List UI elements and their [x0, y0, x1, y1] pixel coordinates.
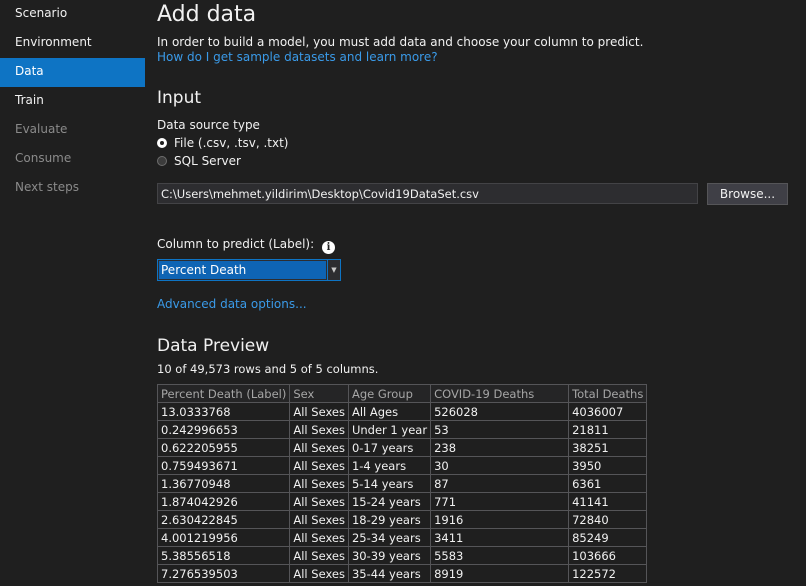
data-preview-table: Percent Death (Label) Sex Age Group COVI…	[156, 384, 648, 583]
sidebar-item-train[interactable]: Train	[0, 87, 145, 116]
input-section-title: Input	[157, 88, 202, 108]
table-cell: 6361	[568, 474, 648, 493]
table-cell: 53	[430, 420, 570, 439]
table-cell: All Sexes	[289, 420, 349, 439]
table-cell: 7.276539503	[156, 564, 291, 583]
table-cell: All Sexes	[289, 564, 349, 583]
table-cell: 30	[430, 456, 570, 475]
table-header-row: Percent Death (Label) Sex Age Group COVI…	[156, 384, 648, 403]
sidebar-item-consume: Consume	[15, 151, 72, 165]
table-body: 13.0333768 All Sexes All Ages 526028 4036007…	[156, 402, 648, 583]
sidebar-nav: Scenario Environment Data Train Evaluate…	[0, 0, 145, 586]
table-cell: 85249	[568, 528, 648, 547]
table-cell: 103666	[568, 546, 648, 565]
table-row: 0.759493671 All Sexes 1-4 years 30 3950	[156, 456, 648, 475]
sidebar-item-data[interactable]: Data	[0, 58, 145, 87]
chevron-down-icon[interactable]: ▼	[327, 260, 340, 280]
selected-column-value: Percent Death	[159, 261, 326, 279]
table-cell: 0.622205955	[156, 438, 291, 457]
radio-file-label: File (.csv, .tsv, .txt)	[174, 136, 289, 150]
table-cell: 15-24 years	[347, 492, 432, 511]
table-row: 2.630422845 All Sexes 18-29 years 1916 72840	[156, 510, 648, 529]
table-row: 1.36770948 All Sexes 5-14 years 87 6361	[156, 474, 648, 493]
table-cell: All Sexes	[289, 528, 349, 547]
table-cell: 18-29 years	[347, 510, 432, 529]
table-cell: 38251	[568, 438, 648, 457]
table-cell: 87	[430, 474, 570, 493]
column-header: Age Group	[347, 384, 432, 403]
table-cell: 4.001219956	[156, 528, 291, 547]
sample-datasets-link[interactable]: How do I get sample datasets and learn m…	[157, 50, 438, 64]
sidebar-item-scenario[interactable]: Scenario	[0, 0, 145, 29]
browse-button[interactable]: Browse...	[707, 183, 788, 205]
column-header: COVID-19 Deaths	[430, 384, 570, 403]
table-cell: 122572	[568, 564, 648, 583]
table-row: 13.0333768 All Sexes All Ages 526028 4036007	[156, 402, 648, 421]
table-cell: All Sexes	[289, 474, 349, 493]
table-row: 4.001219956 All Sexes 25-34 years 3411 85249	[156, 528, 648, 547]
table-cell: 3411	[430, 528, 570, 547]
column-header: Percent Death (Label)	[156, 384, 291, 403]
column-to-predict-text: Column to predict (Label):	[157, 237, 315, 251]
table-cell: 2.630422845	[156, 510, 291, 529]
table-cell: 41141	[568, 492, 648, 511]
table-cell: All Sexes	[289, 438, 349, 457]
radio-sql-label: SQL Server	[174, 154, 241, 168]
table-cell: 5-14 years	[347, 474, 432, 493]
column-header: Total Deaths	[568, 384, 648, 403]
sidebar-item-next-steps: Next steps	[15, 180, 79, 194]
table-cell: 4036007	[568, 402, 648, 421]
column-to-predict-select[interactable]: Percent Death ▼	[157, 259, 341, 281]
table-row: 0.242996653 All Sexes Under 1 year 53 21811	[156, 420, 648, 439]
table-cell: 35-44 years	[347, 564, 432, 583]
table-cell: 1916	[430, 510, 570, 529]
data-preview-title: Data Preview	[157, 336, 270, 356]
table-cell: 0.759493671	[156, 456, 291, 475]
radio-checked-icon[interactable]	[157, 138, 167, 148]
table-cell: All Sexes	[289, 510, 349, 529]
column-header: Sex	[289, 384, 349, 403]
radio-unchecked-icon[interactable]	[157, 156, 167, 166]
table-cell: All Sexes	[289, 402, 349, 421]
rows-info-text: 10 of 49,573 rows and 5 of 5 columns.	[157, 362, 379, 376]
table-cell: 1-4 years	[347, 456, 432, 475]
table-cell: 5.38556518	[156, 546, 291, 565]
table-cell: 30-39 years	[347, 546, 432, 565]
table-cell: All Sexes	[289, 546, 349, 565]
data-source-label: Data source type	[157, 118, 260, 132]
table-cell: 25-34 years	[347, 528, 432, 547]
table-cell: 21811	[568, 420, 648, 439]
table-cell: 8919	[430, 564, 570, 583]
table-cell: 13.0333768	[156, 402, 291, 421]
table-cell: 72840	[568, 510, 648, 529]
table-cell: Under 1 year	[347, 420, 432, 439]
table-row: 1.874042926 All Sexes 15-24 years 771 41141	[156, 492, 648, 511]
table-cell: 0-17 years	[347, 438, 432, 457]
page-description: In order to build a model, you must add …	[157, 35, 644, 49]
sidebar-item-evaluate: Evaluate	[15, 122, 68, 136]
table-cell: All Ages	[347, 402, 432, 421]
table-cell: All Sexes	[289, 492, 349, 511]
main-panel: Add data In order to build a model, you …	[156, 0, 806, 586]
table-row: 0.622205955 All Sexes 0-17 years 238 38251	[156, 438, 648, 457]
info-icon[interactable]: i	[321, 241, 335, 254]
table-cell: 5583	[430, 546, 570, 565]
sidebar-item-environment[interactable]: Environment	[0, 29, 145, 58]
table-cell: All Sexes	[289, 456, 349, 475]
advanced-data-options-link[interactable]: Advanced data options...	[157, 297, 307, 311]
table-cell: 1.874042926	[156, 492, 291, 511]
table-cell: 0.242996653	[156, 420, 291, 439]
column-to-predict-label: Column to predict (Label): i	[157, 237, 335, 254]
table-cell: 1.36770948	[156, 474, 291, 493]
file-path-input[interactable]	[157, 183, 698, 204]
table-row: 5.38556518 All Sexes 30-39 years 5583 103666	[156, 546, 648, 565]
radio-file-option[interactable]: File (.csv, .tsv, .txt)	[157, 136, 288, 150]
table-cell: 238	[430, 438, 570, 457]
table-cell: 3950	[568, 456, 648, 475]
table-cell: 526028	[430, 402, 570, 421]
table-cell: 771	[430, 492, 570, 511]
table-row: 7.276539503 All Sexes 35-44 years 8919 12257…	[156, 564, 648, 583]
radio-sql-option[interactable]: SQL Server	[157, 154, 241, 168]
page-title: Add data	[157, 2, 257, 27]
